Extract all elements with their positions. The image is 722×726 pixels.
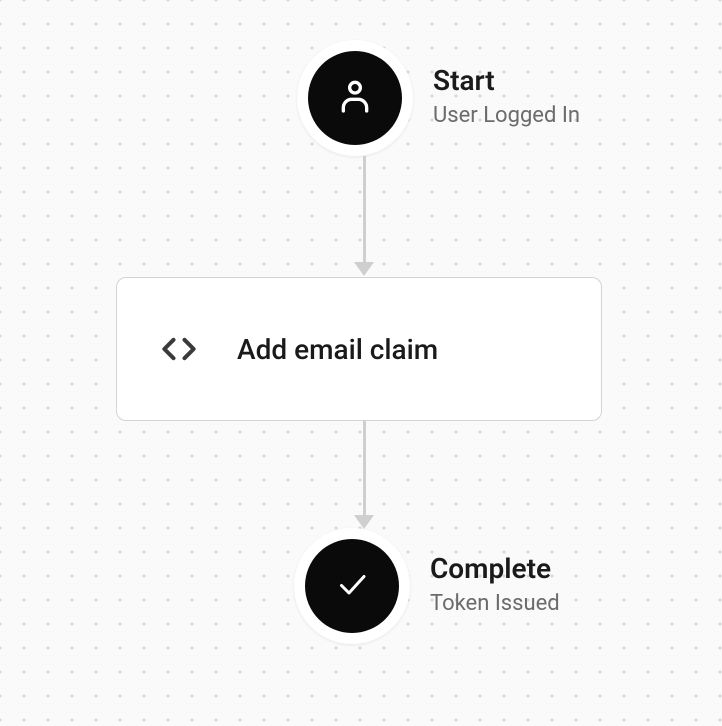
start-title: Start xyxy=(433,66,580,97)
start-circle-inner xyxy=(308,51,402,145)
check-icon xyxy=(334,566,370,606)
user-icon xyxy=(335,76,375,120)
action-node[interactable]: Add email claim xyxy=(116,277,602,421)
complete-node[interactable]: Complete Token Issued xyxy=(294,528,560,644)
start-circle xyxy=(297,40,413,156)
arrow-action-to-complete xyxy=(354,421,374,529)
flow-canvas: Start User Logged In Add email claim xyxy=(0,0,722,726)
start-labels: Start User Logged In xyxy=(433,66,580,129)
complete-circle-inner xyxy=(305,539,399,633)
start-subtitle: User Logged In xyxy=(433,103,580,129)
complete-subtitle: Token Issued xyxy=(430,591,560,617)
start-node[interactable]: Start User Logged In xyxy=(297,40,580,156)
action-label: Add email claim xyxy=(237,333,438,366)
complete-labels: Complete Token Issued xyxy=(430,554,560,617)
complete-title: Complete xyxy=(430,554,560,585)
arrow-start-to-action xyxy=(354,156,374,276)
complete-circle xyxy=(294,528,410,644)
code-icon xyxy=(157,327,201,371)
